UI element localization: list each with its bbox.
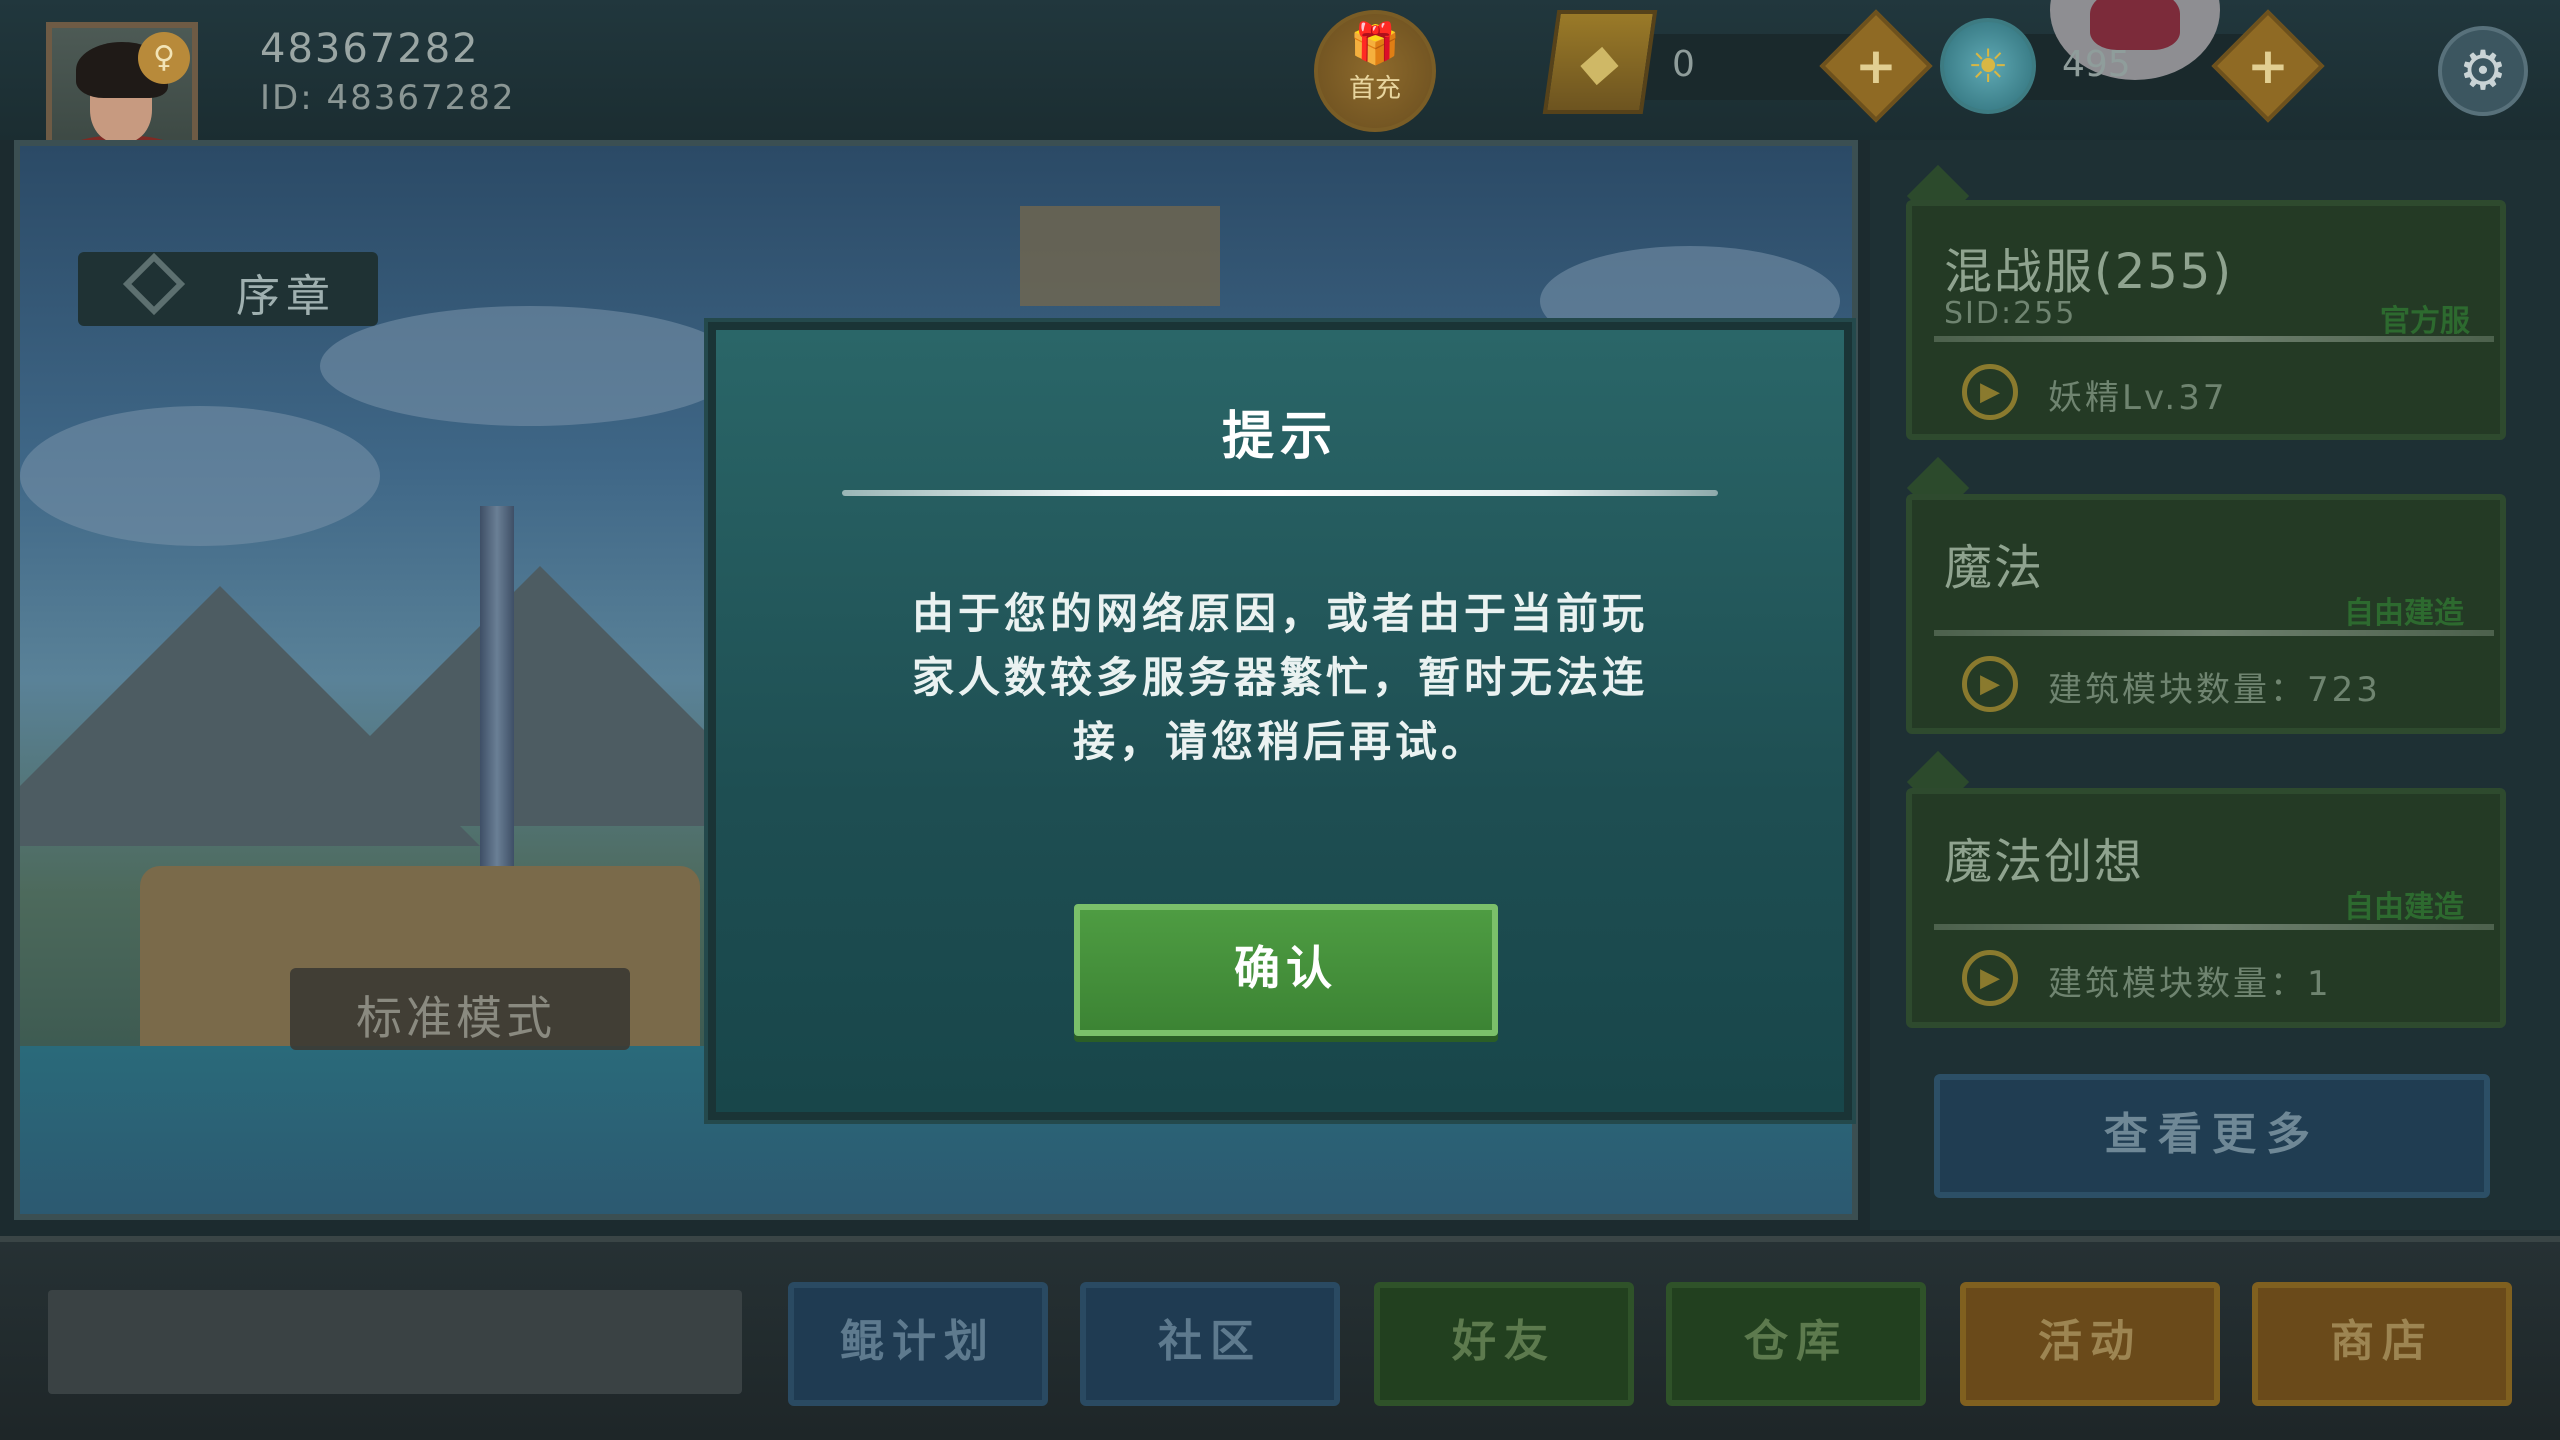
- nav-shop-button[interactable]: 商店: [2252, 1282, 2512, 1406]
- chapter-label: 序章: [236, 271, 336, 322]
- dialog-message-line: 由于您的网络原因，或者由于当前玩: [911, 589, 1648, 638]
- gear-icon[interactable]: ⚙: [2438, 26, 2528, 116]
- dialog-title: 提示: [1221, 407, 1338, 467]
- nav-friends-button[interactable]: 好友: [1374, 1282, 1634, 1406]
- server-title: 魔法: [1944, 540, 2045, 596]
- server-tag: 自由建造: [2344, 596, 2464, 631]
- cloud: [20, 406, 380, 546]
- view-more-label: 查看更多: [2104, 1109, 2320, 1160]
- play-icon[interactable]: ▶: [1962, 364, 2018, 420]
- view-more-button[interactable]: 查看更多: [1934, 1074, 2490, 1198]
- nav-label: 鲲计划: [840, 1316, 996, 1367]
- server-detail: 建筑模块数量：723: [2048, 670, 2381, 710]
- server-detail: 建筑模块数量：1: [2048, 964, 2332, 1004]
- nav-label: 商店: [2330, 1316, 2434, 1367]
- server-title: 混战服(255): [1944, 244, 2234, 300]
- first-charge-button[interactable]: 🎁 首充: [1314, 10, 1436, 132]
- mode-label: 标准模式: [356, 991, 556, 1045]
- server-tag: 自由建造: [2344, 890, 2464, 925]
- dialog-divider: [842, 490, 1718, 496]
- confirm-button[interactable]: 确认: [1074, 904, 1498, 1036]
- confirm-label: 确认: [1234, 941, 1338, 995]
- gift-icon: 🎁: [1350, 21, 1400, 67]
- nav-label: 仓库: [1744, 1316, 1848, 1367]
- nav-label: 好友: [1452, 1316, 1556, 1367]
- server-detail: 妖精Lv.37: [2048, 378, 2228, 418]
- nav-label: 活动: [2038, 1316, 2142, 1367]
- nav-label: 社区: [1158, 1316, 1262, 1367]
- first-charge-label: 首充: [1348, 74, 1401, 104]
- server-divider: [1934, 924, 2494, 930]
- server-title: 魔法创想: [1944, 834, 2145, 890]
- gem-count: 0: [1672, 44, 1695, 85]
- server-tag: 官方服: [2380, 304, 2470, 339]
- nav-kun-plan-button[interactable]: 鲲计划: [788, 1282, 1048, 1406]
- dialog-message: 由于您的网络原因，或者由于当前玩 家人数较多服务器繁忙，暂时无法连 接，请您稍后…: [816, 582, 1744, 774]
- dialog-message-line: 家人数较多服务器繁忙，暂时无法连: [911, 653, 1648, 702]
- play-icon[interactable]: ▶: [1962, 656, 2018, 712]
- sun-coin-icon: ☀: [1940, 18, 2036, 114]
- castle-top: [1020, 206, 1220, 306]
- cloud: [320, 306, 740, 426]
- alert-dialog: 提示 由于您的网络原因，或者由于当前玩 家人数较多服务器繁忙，暂时无法连 接，请…: [708, 322, 1852, 1120]
- nav-events-button[interactable]: 活动: [1960, 1282, 2220, 1406]
- player-name: 48367282: [260, 26, 480, 72]
- gem-icon: ◆: [1542, 10, 1658, 114]
- server-divider: [1934, 336, 2494, 342]
- gender-female-icon: ♀: [138, 32, 190, 84]
- nav-warehouse-button[interactable]: 仓库: [1666, 1282, 1926, 1406]
- play-icon[interactable]: ▶: [1962, 950, 2018, 1006]
- server-divider: [1934, 630, 2494, 636]
- nav-community-button[interactable]: 社区: [1080, 1282, 1340, 1406]
- chat-input[interactable]: [48, 1290, 742, 1394]
- dialog-message-line: 接，请您稍后再试。: [1072, 717, 1487, 766]
- player-id: ID: 48367282: [260, 78, 516, 118]
- coin-count: 495: [2062, 44, 2131, 85]
- server-sid: SID:255: [1944, 296, 2077, 331]
